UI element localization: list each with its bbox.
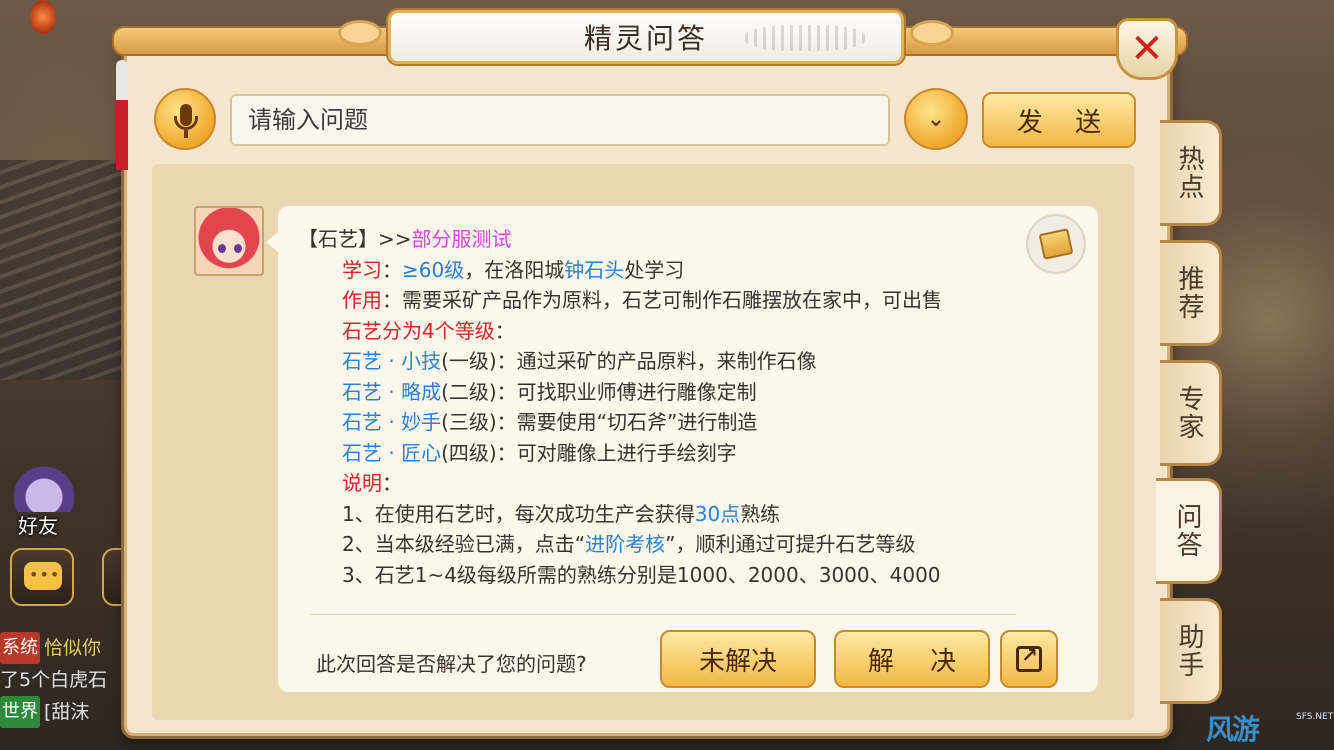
colon: ：: [494, 318, 515, 343]
level-item: 石艺 · 妙手(三级)：需要使用“切石斧”进行制造: [298, 407, 942, 438]
note-highlight: 30点: [694, 501, 741, 526]
avatar-eye: [218, 244, 226, 253]
level-item: 石艺 · 略成(二级)：可找职业师傅进行雕像定制: [298, 377, 942, 408]
note-text: 熟练: [740, 501, 781, 526]
tab-assistant[interactable]: 助手: [1160, 598, 1222, 704]
level-item: 石艺 · 匠心(四级)：可对雕像上进行手绘刻字: [298, 438, 942, 469]
note-item: 1、在使用石艺时，每次成功生产会获得30点熟练: [298, 499, 942, 530]
answer-tag: 【石艺】: [298, 227, 378, 251]
note-text: ”，顺利通过可提升石艺等级: [665, 532, 916, 556]
learn-label: 学习: [342, 257, 382, 282]
site-watermark: 风游: [1206, 713, 1260, 746]
chat-button[interactable]: [10, 548, 74, 606]
level-desc: (二级)：可找职业师傅进行雕像定制: [441, 379, 757, 404]
share-icon: [1016, 643, 1042, 672]
watermark-text: 游: [1232, 713, 1260, 746]
channel-tag-world: 世界: [0, 696, 40, 728]
learn-text: ，在洛阳城: [464, 257, 565, 282]
note-text: 1、在使用石艺时，每次成功生产会获得: [342, 501, 695, 526]
chat-line: 世界 [甜沫: [0, 696, 130, 728]
friend-label: 好友: [18, 514, 58, 538]
learn-line: 学习：≥60级，在洛阳城钟石头处学习: [298, 255, 942, 286]
solved-button[interactable]: 解 决: [834, 630, 990, 688]
chevron-down-icon: ⌄: [926, 106, 946, 132]
guide-book-button[interactable]: [1026, 214, 1086, 274]
book-icon: [1038, 228, 1074, 260]
chat-bubble-icon: [24, 562, 62, 590]
colon: ：: [382, 471, 402, 495]
use-text: ：需要采矿产品作为原料，石艺可制作石雕摆放在家中，可出售: [382, 288, 942, 312]
note-title: 说明：: [298, 468, 942, 499]
tab-qa[interactable]: 问答: [1156, 478, 1222, 584]
colon: ：: [382, 257, 402, 282]
note-text: 2、当本级经验已满，点击“: [342, 532, 586, 556]
tassel-ornament: [116, 60, 128, 230]
site-watermark-small: SFS.NET: [1296, 712, 1334, 722]
level-requirement: ≥60级: [402, 257, 465, 282]
title-plate: 精灵问答: [388, 10, 904, 64]
scroll-ornament-left: [338, 20, 382, 46]
tab-expert[interactable]: 专家: [1160, 360, 1222, 466]
close-icon: ✕: [1130, 26, 1164, 72]
question-input[interactable]: [230, 94, 890, 146]
tab-recommend[interactable]: 推荐: [1160, 240, 1222, 346]
use-line: 作用：需要采矿产品作为原料，石艺可制作石雕摆放在家中，可出售: [298, 285, 942, 316]
level-desc: (一级)：通过采矿的产品原料，来制作石像: [441, 349, 817, 373]
note-text: 3、石艺1~4级每级所需的熟练分别是1000、2000、3000、4000: [342, 562, 941, 587]
spirit-avatar: [194, 206, 264, 276]
history-dropdown-button[interactable]: ⌄: [904, 88, 968, 150]
level-name: 石艺 · 略成: [342, 379, 442, 404]
level-name: 石艺 · 小技: [342, 349, 442, 373]
server-test-link[interactable]: 部分服测试: [412, 227, 512, 251]
chat-line: 系统 恰似你: [0, 632, 130, 664]
note-item: 2、当本级经验已满，点击“进阶考核”，顺利通过可提升石艺等级: [298, 529, 942, 560]
level-item: 石艺 · 小技(一级)：通过采矿的产品原料，来制作石像: [298, 346, 942, 377]
scroll-ornament-right: [910, 20, 954, 46]
level-name: 石艺 · 妙手: [342, 410, 442, 434]
tab-hot[interactable]: 热点: [1160, 120, 1222, 226]
feedback-divider: [310, 614, 1016, 615]
note-label: 说明: [342, 471, 382, 495]
level-desc: (四级)：可对雕像上进行手绘刻字: [441, 440, 737, 465]
feedback-question: 此次回答是否解决了您的问题?: [316, 652, 587, 676]
levels-title-text: 石艺分为4个等级: [342, 318, 495, 343]
friend-hat-icon: [14, 462, 74, 512]
chat-line: 了5个白虎石: [0, 664, 130, 696]
voice-input-button[interactable]: [154, 88, 216, 150]
levels-title: 石艺分为4个等级：: [298, 316, 942, 347]
close-button[interactable]: ✕: [1116, 18, 1178, 80]
dialog-title: 精灵问答: [583, 22, 708, 55]
friend-button[interactable]: 好友: [8, 462, 80, 538]
chat-text: [甜沫: [44, 701, 90, 723]
learn-text-end: 处学习: [624, 257, 685, 282]
use-label: 作用: [342, 288, 382, 312]
advance-exam-link[interactable]: 进阶考核: [585, 532, 665, 556]
share-button[interactable]: [1000, 630, 1058, 688]
chat-log: 系统 恰似你 了5个白虎石 世界 [甜沫: [0, 632, 130, 728]
ink-painting-decoration: [745, 25, 865, 51]
level-desc: (三级)：需要使用“切石斧”进行制造: [441, 410, 758, 434]
channel-tag-system: 系统: [0, 632, 40, 664]
send-button[interactable]: 发 送: [982, 92, 1136, 148]
microphone-icon-base: [174, 116, 198, 130]
lantern-icon: [30, 0, 56, 34]
unsolved-button[interactable]: 未解决: [660, 630, 816, 688]
chat-text: 恰似你: [44, 637, 102, 659]
answer-sep: >>: [378, 227, 412, 251]
note-item: 3、石艺1~4级每级所需的熟练分别是1000、2000、3000、4000: [298, 560, 942, 591]
chat-text: 了5个白虎石: [0, 669, 108, 691]
answer-header: 【石艺】>>部分服测试: [298, 224, 942, 255]
avatar-eye: [234, 244, 242, 253]
answer-content: 【石艺】>>部分服测试 学习：≥60级，在洛阳城钟石头处学习 作用：需要采矿产品…: [298, 224, 942, 590]
level-name: 石艺 · 匠心: [342, 440, 442, 465]
npc-link[interactable]: 钟石头: [564, 258, 624, 282]
microphone-icon-stem: [184, 130, 188, 138]
